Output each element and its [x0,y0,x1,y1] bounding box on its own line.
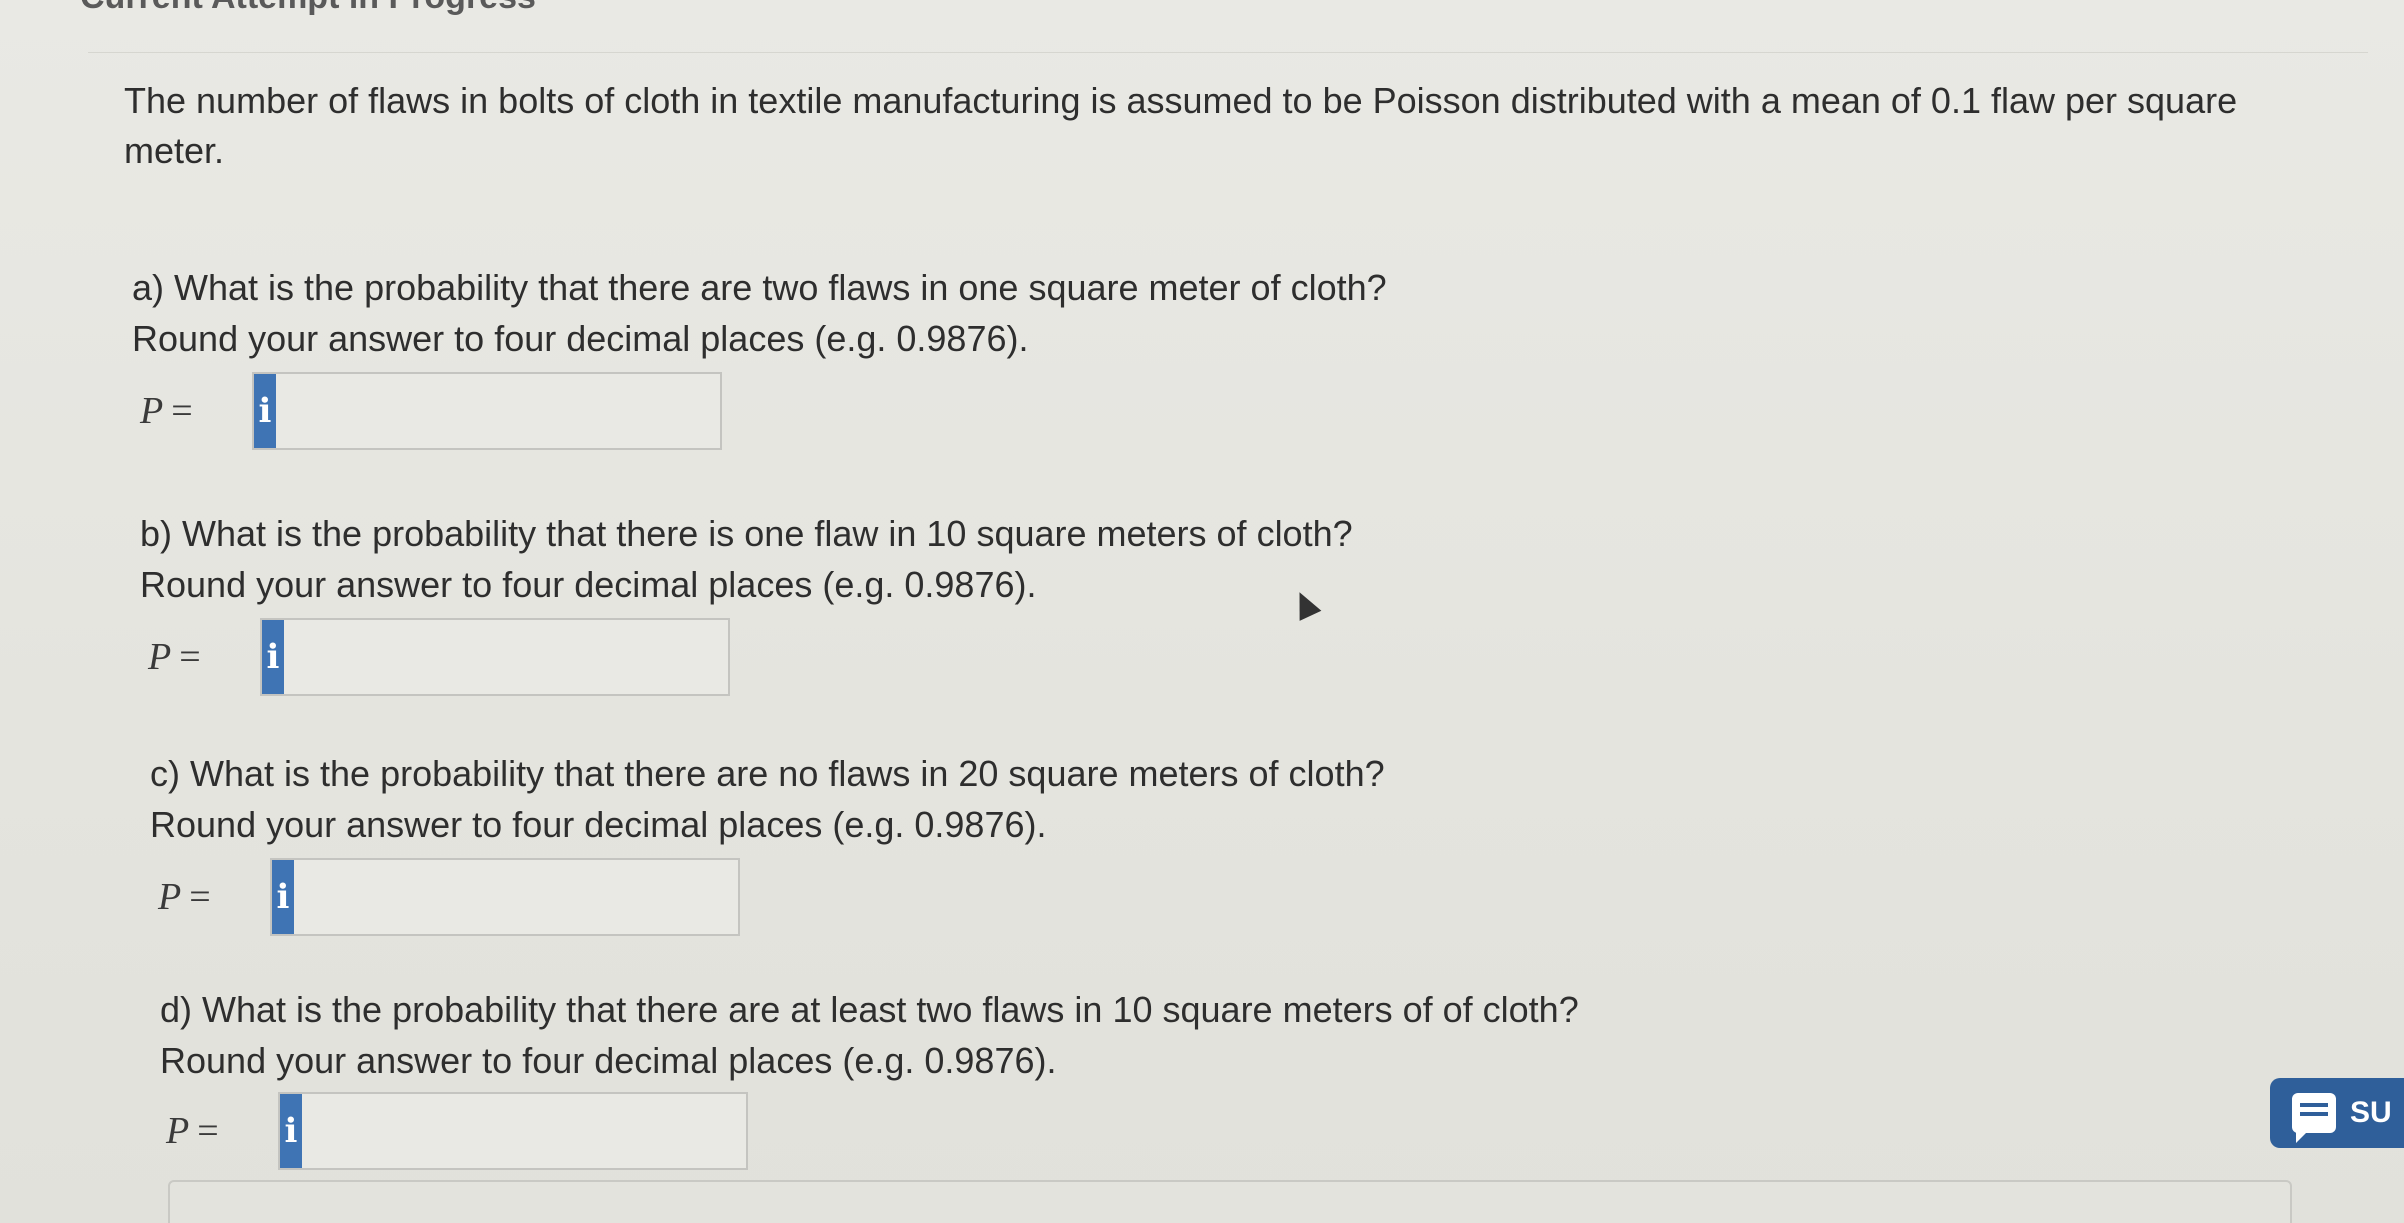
equals-sign: = [189,876,211,918]
answer-box-d: i [278,1092,748,1170]
p-variable: P [140,390,164,432]
answer-row-d: P = i [166,1092,748,1170]
p-variable: P [166,1110,190,1152]
chat-icon [2292,1093,2336,1143]
equals-sign: = [197,1110,219,1152]
question-b-prompt: b) What is the probability that there is… [140,513,1353,554]
support-button[interactable]: SU [2270,1078,2404,1148]
info-icon[interactable]: i [280,1094,302,1168]
p-variable: P [148,636,172,678]
info-icon[interactable]: i [272,860,294,934]
p-label: P = [166,1109,278,1153]
p-label: P = [158,875,270,919]
question-d-instruction: Round your answer to four decimal places… [160,1040,1057,1081]
answer-box-c: i [270,858,740,936]
info-icon[interactable]: i [254,374,276,448]
p-label: P = [140,389,252,433]
question-b-instruction: Round your answer to four decimal places… [140,564,1037,605]
question-a: a) What is the probability that there ar… [132,262,1387,364]
question-d: d) What is the probability that there ar… [160,984,1579,1086]
question-c: c) What is the probability that there ar… [150,748,1385,850]
problem-statement: The number of flaws in bolts of cloth in… [124,80,2238,171]
answer-box-b: i [260,618,730,696]
page: Current Attempt in Progress The number o… [0,0,2404,1223]
question-a-prompt: a) What is the probability that there ar… [132,267,1387,308]
page-title: Current Attempt in Progress [80,0,536,17]
p-variable: P [158,876,182,918]
answer-input-d[interactable] [302,1094,746,1168]
answer-input-a[interactable] [276,374,720,448]
question-c-prompt: c) What is the probability that there ar… [150,753,1385,794]
next-section-box [168,1180,2292,1223]
answer-row-a: P = i [140,372,722,450]
info-icon[interactable]: i [262,620,284,694]
answer-input-b[interactable] [284,620,728,694]
equals-sign: = [179,636,201,678]
answer-row-c: P = i [158,858,740,936]
support-button-label: SU [2350,1096,2392,1129]
answer-row-b: P = i [148,618,730,696]
answer-input-c[interactable] [294,860,738,934]
p-label: P = [148,635,260,679]
question-a-instruction: Round your answer to four decimal places… [132,318,1029,359]
equals-sign: = [171,390,193,432]
question-b: b) What is the probability that there is… [140,508,1353,610]
question-c-instruction: Round your answer to four decimal places… [150,804,1047,845]
answer-box-a: i [252,372,722,450]
question-d-prompt: d) What is the probability that there ar… [160,989,1579,1030]
